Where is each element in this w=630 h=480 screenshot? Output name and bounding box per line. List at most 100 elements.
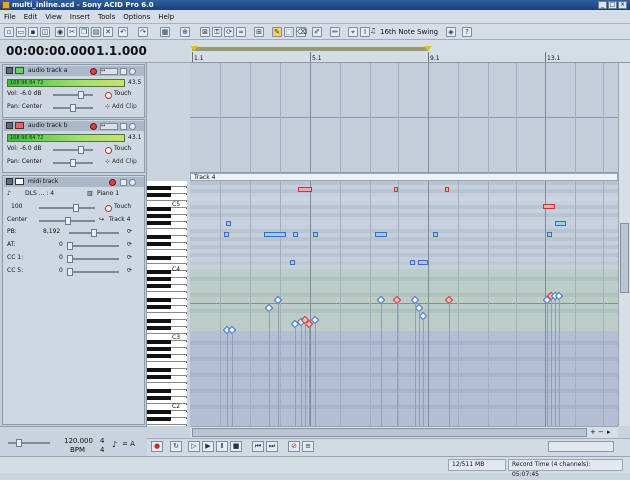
black-key[interactable] [147,396,171,400]
automation-icon[interactable] [105,205,112,212]
black-key[interactable] [147,186,171,190]
black-key[interactable] [147,417,171,421]
play-button[interactable]: ▶ [202,441,214,452]
menu-insert[interactable]: Insert [66,10,94,24]
midi-note[interactable] [418,260,428,265]
record-button[interactable]: ● [151,441,163,452]
piano-roll-grid[interactable] [190,181,618,426]
menu-tools[interactable]: Tools [94,10,119,24]
cut-icon[interactable]: ✂ [67,27,77,37]
horizontal-scroll-thumb[interactable] [192,428,587,437]
pb-knob[interactable] [91,229,97,237]
at-automation-icon[interactable]: ⟳ [127,241,132,249]
cc1-automation-icon[interactable]: ⟳ [127,254,132,262]
arm-record-icon[interactable] [90,68,97,75]
black-key[interactable] [147,214,171,218]
track-header-audio-b[interactable]: audio track b ↔ 108 96 84 72 43.1 Vol: -… [2,119,145,173]
volume-slider[interactable] [53,149,93,151]
timeline-ruler[interactable] [190,40,630,63]
delete-icon[interactable]: ✕ [103,27,113,37]
midi-note[interactable] [547,232,552,237]
scroll-right-icon[interactable]: ▸ [607,428,615,437]
track-name[interactable]: audio track b [28,122,68,129]
go-to-start-button[interactable]: ⏮ [252,441,264,452]
automation-icon[interactable] [105,147,112,154]
midi-note[interactable] [293,232,298,237]
tempo-slider[interactable] [8,442,50,444]
black-key[interactable] [147,242,171,246]
automation-mode[interactable]: Touch [114,145,131,153]
cc1-slider[interactable] [69,258,119,260]
save-icon[interactable]: ▪ [28,27,38,37]
copy-icon[interactable]: ❐ [79,27,89,37]
track-expand-icon[interactable] [6,67,13,74]
maximize-button[interactable]: □ [608,1,617,9]
at-slider[interactable] [69,245,119,247]
pencil-tool-icon[interactable]: ✏ [330,27,340,37]
solo-icon[interactable] [129,68,136,75]
zoom-field[interactable] [548,441,614,452]
cc5-knob[interactable] [67,268,73,276]
track-expand-icon[interactable] [6,122,13,129]
input-icon[interactable]: ↔ [100,123,118,130]
menu-view[interactable]: View [41,10,66,24]
midi-note[interactable] [224,232,229,237]
close-button[interactable]: × [618,1,627,9]
black-key[interactable] [147,375,171,379]
volume-knob[interactable] [78,146,84,154]
instrument-name[interactable]: Piano 1 [97,190,119,198]
solo-icon[interactable] [129,179,136,186]
midi-note[interactable] [264,232,286,237]
autoripple-icon[interactable]: ⟳ [224,27,234,37]
midi-pan-knob[interactable] [65,217,71,225]
pb-automation-icon[interactable]: ⟳ [127,228,132,236]
black-key[interactable] [147,389,171,393]
play-from-start-button[interactable]: ▷ [188,441,200,452]
render-icon[interactable]: ◉ [55,27,65,37]
cc5-slider[interactable] [69,271,119,273]
paste-icon[interactable]: ▤ [91,27,101,37]
volume-knob[interactable] [78,91,84,99]
at-knob[interactable] [67,242,73,250]
track-header-midi[interactable]: midi track ♪ DLS ... : 4 ▥ Piano 1 100 T… [2,175,145,425]
draw-tool-icon[interactable]: ✎ [272,27,282,37]
midi-note[interactable] [445,187,449,192]
automation-mode[interactable]: Touch [114,203,131,211]
help-icon[interactable]: ? [462,27,472,37]
time-signature-top[interactable]: 4 [100,437,104,445]
midi-volume-knob[interactable] [73,204,79,212]
input-icon[interactable]: ↔ [100,68,118,75]
swing-selector[interactable]: 16th Note Swing [380,26,438,38]
lane-audio-b[interactable] [190,119,618,173]
midi-device[interactable]: DLS ... : 4 [25,190,54,198]
erase-tool-icon[interactable]: ⌫ [296,27,307,37]
cc5-automation-icon[interactable]: ⟳ [127,267,132,275]
black-key[interactable] [147,207,171,211]
new-icon[interactable]: ▫ [4,27,14,37]
grid-icon[interactable]: ▦ [160,27,170,37]
black-key[interactable] [147,354,171,358]
menu-help[interactable]: Help [154,10,178,24]
select-tool-icon[interactable]: ⬚ [284,27,294,37]
menu-edit[interactable]: Edit [20,10,42,24]
pan-knob[interactable] [70,159,76,167]
midi-note[interactable] [433,232,438,237]
loop-button[interactable]: ↻ [170,441,182,452]
automation-mode[interactable]: Touch [114,90,131,98]
midi-note[interactable] [298,187,312,192]
cc1-knob[interactable] [67,255,73,263]
solo-icon[interactable] [129,123,136,130]
track-expand-icon[interactable] [6,178,13,185]
horizontal-scrollbar[interactable]: + − ▸ [190,426,618,438]
go-to-end-button[interactable]: ⏭ [266,441,278,452]
midi-route[interactable]: Track 4 [109,216,130,224]
tempo-bpm[interactable]: 120.000 [64,437,93,445]
black-key[interactable] [147,347,171,351]
minimize-button[interactable]: _ [598,1,607,9]
lane-audio-a[interactable] [190,63,618,118]
zoom-out-icon[interactable]: − [598,428,606,437]
time-signature-bottom[interactable]: 4 [100,446,104,454]
volume-slider[interactable] [53,94,93,96]
automation-icon[interactable] [105,92,112,99]
properties-icon[interactable]: ◫ [40,27,50,37]
